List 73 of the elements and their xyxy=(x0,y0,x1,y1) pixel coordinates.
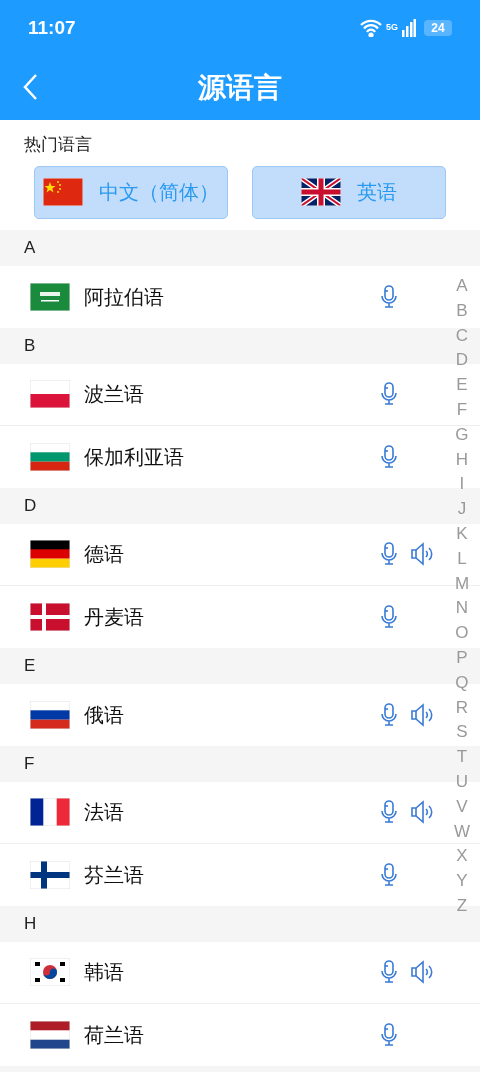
speaker-icon xyxy=(410,960,434,984)
status-time: 11:07 xyxy=(28,15,76,40)
flag-icon xyxy=(30,798,70,826)
index-letter[interactable]: Z xyxy=(456,893,468,919)
language-name[interactable]: 德语 xyxy=(84,539,124,569)
flag-icon xyxy=(30,700,70,729)
flag-icon xyxy=(30,958,70,986)
index-letter[interactable]: W xyxy=(453,819,470,845)
microphone-icon xyxy=(380,542,398,566)
flag-icon xyxy=(30,602,70,631)
network-label: 5G xyxy=(386,21,398,34)
microphone-icon xyxy=(380,382,398,406)
language-name[interactable]: 保加利亚语 xyxy=(84,441,184,472)
index-letter[interactable]: L xyxy=(457,546,467,572)
index-letter[interactable]: B xyxy=(456,298,468,324)
index-letter[interactable]: E xyxy=(456,373,468,398)
index-letter[interactable]: X xyxy=(456,844,468,870)
index-letter[interactable]: A xyxy=(456,274,468,299)
wifi-icon xyxy=(360,19,382,37)
microphone-icon xyxy=(380,960,398,984)
microphone-icon xyxy=(380,800,398,824)
language-name[interactable]: 法语 xyxy=(84,797,124,827)
flag-icon xyxy=(30,282,70,311)
index-letter[interactable]: M xyxy=(454,571,470,597)
index-letter[interactable]: D xyxy=(455,348,469,374)
speaker-icon xyxy=(410,702,434,727)
index-letter[interactable]: H xyxy=(455,447,469,473)
index-letter[interactable]: V xyxy=(456,794,468,820)
index-letter[interactable]: P xyxy=(456,645,468,671)
flag-icon xyxy=(30,860,70,889)
battery-indicator: 24 xyxy=(424,20,452,36)
microphone-icon xyxy=(380,284,398,309)
back-icon xyxy=(22,73,38,101)
speaker-icon xyxy=(410,542,434,566)
index-letter[interactable]: J xyxy=(457,497,467,522)
microphone-icon xyxy=(380,1022,398,1047)
microphone-icon xyxy=(380,702,398,727)
language-name[interactable]: 俄语 xyxy=(84,699,124,730)
index-letter[interactable]: N xyxy=(455,596,469,622)
index-letter[interactable]: F xyxy=(456,398,468,423)
signal-icon xyxy=(402,19,416,37)
index-letter[interactable]: I xyxy=(459,472,465,498)
index-letter[interactable]: S xyxy=(456,720,468,746)
index-letter[interactable]: C xyxy=(455,323,469,349)
language-chip[interactable]: 中文（简体） xyxy=(34,165,228,219)
microphone-icon xyxy=(380,862,398,887)
flag-icon xyxy=(30,380,70,408)
language-name[interactable]: 丹麦语 xyxy=(84,601,144,632)
flag-icon xyxy=(30,442,70,471)
index-letter[interactable]: O xyxy=(455,621,469,646)
index-letter[interactable]: T xyxy=(456,745,468,770)
section-header: A xyxy=(0,229,480,266)
index-letter[interactable]: K xyxy=(456,521,468,547)
language-name[interactable]: 荷兰语 xyxy=(84,1019,144,1050)
flag-icon xyxy=(30,540,70,568)
flag-icon xyxy=(301,178,341,206)
language-chip[interactable]: 英语 xyxy=(252,165,446,219)
index-letter[interactable]: R xyxy=(455,695,469,721)
index-letter[interactable]: Y xyxy=(456,869,468,894)
index-letter[interactable]: U xyxy=(455,769,469,795)
microphone-icon xyxy=(380,444,398,469)
index-letter[interactable]: Q xyxy=(455,670,469,696)
language-name[interactable]: 韩语 xyxy=(84,957,124,987)
flag-icon xyxy=(43,178,83,206)
language-name[interactable]: 阿拉伯语 xyxy=(84,281,164,312)
microphone-icon xyxy=(380,604,398,629)
language-name[interactable]: 波兰语 xyxy=(84,379,144,409)
section-label: 热门语言 xyxy=(24,135,92,154)
speaker-icon xyxy=(410,800,434,824)
language-name[interactable]: 芬兰语 xyxy=(84,859,144,890)
page-title: 源语言 xyxy=(198,71,282,105)
flag-icon xyxy=(30,1020,70,1049)
index-letter[interactable]: G xyxy=(455,422,469,448)
